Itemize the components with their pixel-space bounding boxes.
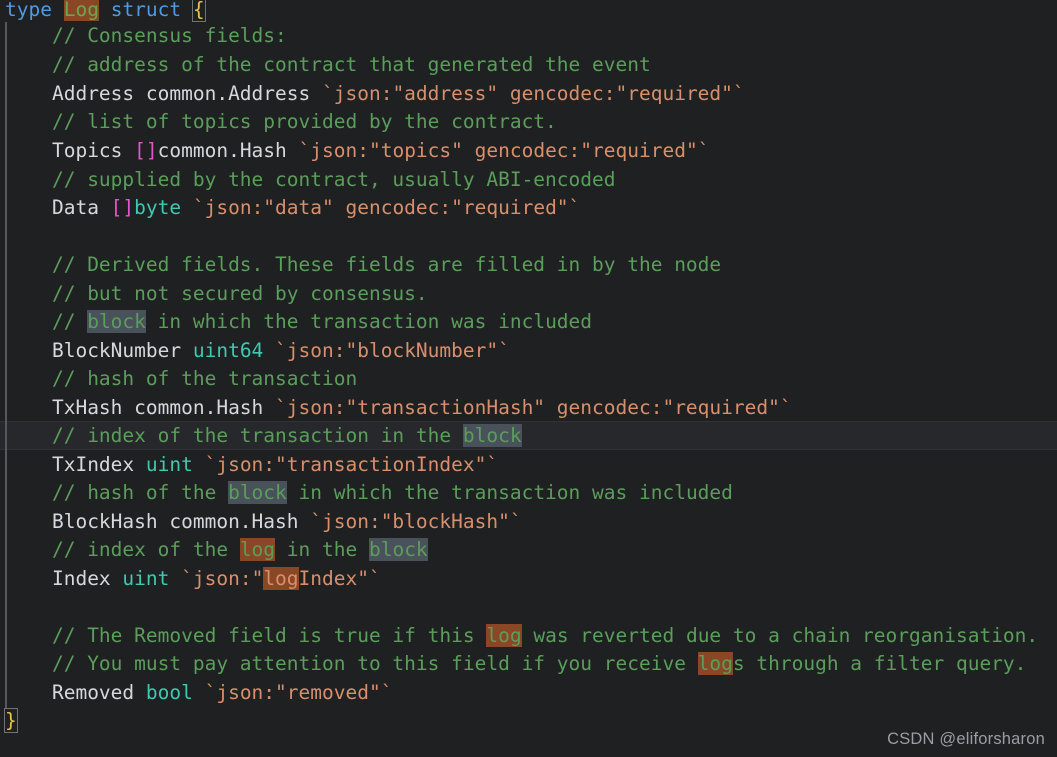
struct-tag: `json:"address" gencodec:"required"` — [322, 82, 745, 105]
comment: // index of the transaction in the — [51, 424, 463, 447]
struct-tag: `json:"transactionHash" gencodec:"requir… — [275, 396, 792, 419]
struct-tag: `json:"removed"` — [192, 681, 393, 704]
search-match-block: block — [368, 538, 428, 561]
struct-tag: `json:"data" gencodec:"required"` — [181, 196, 581, 219]
code-line[interactable]: Topics []common.Hash `json:"topics" genc… — [0, 137, 1057, 166]
struct-tag: `json:"blockNumber"` — [263, 339, 510, 362]
code-line[interactable]: // hash of the block in which the transa… — [0, 479, 1057, 508]
code-line-blank[interactable] — [0, 593, 1057, 622]
search-match-log: log — [697, 652, 733, 675]
field-name: BlockNumber — [51, 339, 193, 362]
comment: in the — [275, 538, 369, 561]
comment: s through a filter query. — [732, 652, 1027, 675]
field-declaration: TxHash common.Hash — [51, 396, 276, 419]
code-line[interactable]: Removed bool `json:"removed"` — [0, 679, 1057, 708]
comment: // The Removed field is true if this — [51, 624, 487, 647]
search-match-log: log — [486, 624, 522, 647]
builtin-type: uint — [122, 567, 170, 590]
code-line[interactable]: TxHash common.Hash `json:"transactionHas… — [0, 394, 1057, 423]
search-match-log: log — [239, 538, 276, 561]
comment: // list of topics provided by the contra… — [51, 110, 557, 133]
code-line[interactable]: // index of the log in the block — [0, 536, 1057, 565]
field-name: Data — [51, 196, 111, 219]
slice-bracket: [] — [110, 196, 135, 219]
field-name: Removed — [51, 681, 146, 704]
code-line[interactable]: // hash of the transaction — [0, 365, 1057, 394]
struct-tag: `json:"topics" gencodec:"required"` — [298, 139, 710, 162]
code-line[interactable]: Data []byte `json:"data" gencodec:"requi… — [0, 194, 1057, 223]
comment: // but not secured by consensus. — [51, 282, 428, 305]
code-content[interactable]: type Log struct { // Consensus fields: /… — [0, 0, 1057, 757]
field-name: Topics — [51, 139, 135, 162]
close-brace: } — [4, 708, 18, 733]
comment: // — [51, 310, 88, 333]
code-line[interactable]: // but not secured by consensus. — [0, 280, 1057, 309]
struct-tag: `json:" — [169, 567, 264, 590]
builtin-type: bool — [145, 681, 193, 704]
comment: // hash of the — [51, 481, 229, 504]
code-line[interactable]: Address common.Address `json:"address" g… — [0, 80, 1057, 109]
field-declaration: Address common.Address — [51, 82, 322, 105]
code-editor-screenshot: type Log struct { // Consensus fields: /… — [0, 0, 1057, 757]
comment: // Derived fields. These fields are fill… — [51, 253, 722, 276]
type-name-log: Log — [63, 0, 99, 21]
code-line[interactable]: // address of the contract that generate… — [0, 51, 1057, 80]
search-match-block: block — [462, 424, 522, 447]
code-line[interactable]: // The Removed field is true if this log… — [0, 622, 1057, 651]
builtin-type: uint64 — [192, 339, 264, 362]
code-line[interactable]: // You must pay attention to this field … — [0, 650, 1057, 679]
code-line[interactable]: type Log struct { — [0, 0, 1057, 25]
comment: // address of the contract that generate… — [51, 53, 651, 76]
watermark: CSDN @eliforsharon — [887, 730, 1045, 748]
comment: // Consensus fields: — [51, 24, 287, 47]
code-line[interactable]: TxIndex uint `json:"transactionIndex"` — [0, 451, 1057, 480]
code-line-current[interactable]: // index of the transaction in the block — [0, 422, 1057, 451]
comment: was reverted due to a chain reorganisati… — [521, 624, 1039, 647]
code-line[interactable]: // supplied by the contract, usually ABI… — [0, 166, 1057, 195]
struct-tag: `json:"blockHash"` — [310, 510, 522, 533]
field-name: TxIndex — [51, 453, 146, 476]
code-line[interactable]: // Consensus fields: — [0, 22, 1057, 51]
code-line[interactable]: // Derived fields. These fields are fill… — [0, 251, 1057, 280]
field-type: common.Hash — [157, 139, 299, 162]
struct-tag: Index"` — [298, 567, 381, 590]
comment: in which the transaction was included — [145, 310, 593, 333]
keyword-struct: struct — [110, 0, 182, 21]
code-line[interactable]: BlockNumber uint64 `json:"blockNumber"` — [0, 337, 1057, 366]
builtin-type: uint — [145, 453, 193, 476]
comment: // hash of the transaction — [51, 367, 358, 390]
struct-tag: `json:"transactionIndex"` — [192, 453, 499, 476]
code-line[interactable]: BlockHash common.Hash `json:"blockHash"` — [0, 508, 1057, 537]
search-match-log: log — [263, 567, 299, 590]
slice-bracket: [] — [134, 139, 158, 162]
comment: // index of the — [51, 538, 240, 561]
code-line-blank[interactable] — [0, 223, 1057, 252]
code-line[interactable]: // block in which the transaction was in… — [0, 308, 1057, 337]
search-match-block: block — [87, 310, 146, 333]
open-brace: { — [191, 0, 206, 22]
builtin-type: byte — [134, 196, 182, 219]
field-declaration: BlockHash common.Hash — [51, 510, 311, 533]
comment: in which the transaction was included — [286, 481, 733, 504]
code-line[interactable]: // list of topics provided by the contra… — [0, 108, 1057, 137]
comment: // supplied by the contract, usually ABI… — [51, 168, 616, 191]
code-line[interactable]: Index uint `json:"logIndex"` — [0, 565, 1057, 594]
search-match-block: block — [228, 481, 287, 504]
keyword-type: type — [5, 0, 52, 21]
field-name: Index — [51, 567, 123, 590]
comment: // You must pay attention to this field … — [51, 652, 698, 675]
